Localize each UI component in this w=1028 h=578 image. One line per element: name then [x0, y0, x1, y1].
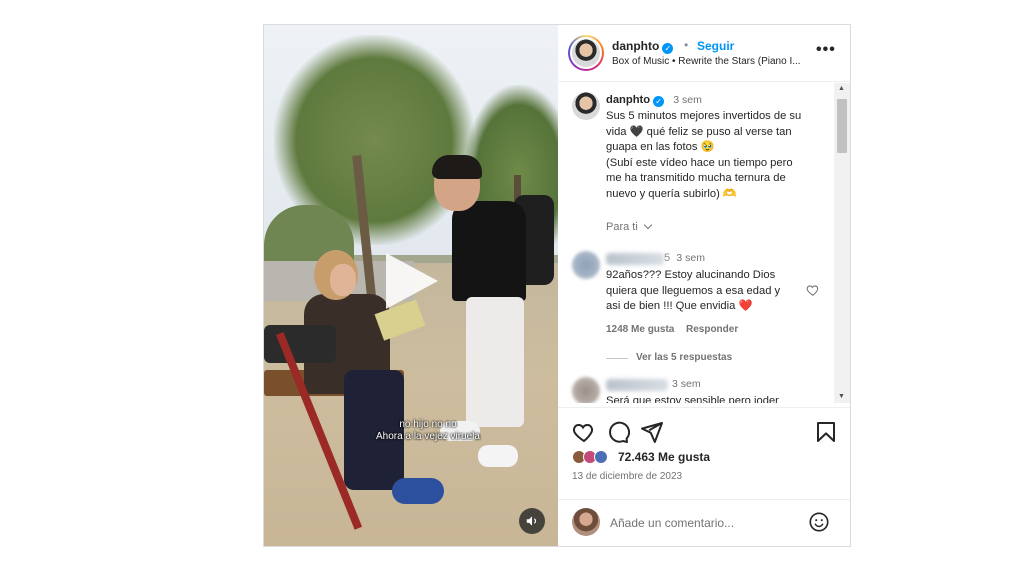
comment-header: 5 3 sem [664, 251, 705, 267]
separator-dot: • [684, 38, 689, 52]
author-avatar[interactable] [570, 37, 602, 69]
video-subtitle-line-2: Ahora a la vejez viruela [376, 431, 480, 442]
comment-time: 3 sem [676, 252, 705, 264]
comment-text-line: quiera que lleguemos a esa edad y [606, 285, 781, 297]
comment-username-hidden [606, 379, 668, 391]
verified-badge-icon: ✓ [653, 96, 665, 107]
video-subtitle-line-1: no hijo no no [399, 419, 457, 430]
smiley-icon[interactable] [808, 511, 830, 533]
para-ti-text: Para ti [606, 221, 638, 233]
music-track-link[interactable]: Box of Music • Rewrite the Stars (Piano … [612, 56, 808, 67]
caption-header: danphto ✓ 3 sem [606, 93, 702, 109]
video-player[interactable]: no hijo no no Ahora a la vejez viruela [264, 25, 558, 546]
caption-avatar[interactable] [572, 92, 600, 120]
replies-divider [606, 358, 628, 359]
post-header: danphto ✓ • Seguir Box of Music • Rewrite… [558, 25, 850, 82]
caption-time: 3 sem [673, 94, 702, 106]
caption-line: vida 🖤 qué feliz se puso al verse tan [606, 126, 792, 138]
likes-count[interactable]: 72.463 Me gusta [618, 450, 710, 464]
comment-header: 3 sem [672, 377, 701, 393]
current-user-avatar [572, 508, 600, 536]
comments-list[interactable]: danphto ✓ 3 sem Sus 5 minutos mejores inv… [558, 83, 850, 403]
comment-username-hidden [606, 253, 664, 265]
post-actions-bar: 72.463 Me gusta 13 de diciembre de 2023 [558, 407, 850, 497]
comment-likes[interactable]: 1248 Me gusta [606, 324, 674, 335]
post-card: no hijo no no Ahora a la vejez viruela d… [263, 24, 851, 547]
video-subtitle: no hijo no no Ahora a la vejez viruela [328, 419, 528, 443]
post-side-panel: danphto ✓ • Seguir Box of Music • Rewrite… [558, 25, 850, 546]
post-date[interactable]: 13 de diciembre de 2023 [572, 471, 682, 482]
comment-icon[interactable] [606, 420, 631, 444]
caption-line: (Subí este vídeo hace un tiempo pero [606, 157, 793, 169]
caption-username[interactable]: danphto [606, 94, 650, 106]
author-username[interactable]: danphto ✓ [612, 39, 674, 54]
comment-text-line: asi de bien !!! Que envidia ❤️ [606, 300, 753, 312]
comment-username-suffix: 5 [664, 252, 671, 264]
comment-text-line: 92años??? Estoy alucinando Dios [606, 269, 776, 281]
scroll-down-icon[interactable]: ▼ [838, 393, 845, 400]
add-comment-bar [558, 499, 850, 546]
comment-like-heart-icon[interactable] [806, 283, 820, 297]
reply-button[interactable]: Responder [686, 324, 738, 335]
chevron-down-icon [643, 220, 653, 230]
scrollbar-thumb[interactable] [837, 99, 847, 153]
video-walker-handle [264, 325, 336, 363]
paper-plane-icon[interactable] [640, 420, 664, 444]
follow-button[interactable]: Seguir [697, 39, 734, 53]
play-icon[interactable] [386, 253, 438, 309]
caption-line: Sus 5 minutos mejores invertidos de su [606, 110, 802, 122]
verified-badge-icon: ✓ [662, 43, 674, 54]
comment-text-line: Será que estoy sensible pero joder [606, 395, 779, 403]
caption-line: guapa en las fotos 🥹 [606, 141, 715, 153]
liker-avatar [594, 450, 608, 464]
heart-outline-icon[interactable] [572, 420, 596, 444]
view-replies-button[interactable]: Ver las 5 respuestas [636, 352, 732, 363]
comment-avatar[interactable] [572, 251, 600, 279]
video-young-man [432, 155, 558, 467]
add-comment-input[interactable] [610, 512, 790, 534]
caption-line: me ha transmitido mucha ternura de [606, 172, 786, 184]
comments-scrollbar[interactable]: ▲ ▼ [834, 83, 850, 403]
caption-line: nuevo y quería subirlo) 🫶 [606, 188, 737, 200]
para-ti-label[interactable]: Para ti [606, 220, 653, 233]
scroll-up-icon[interactable]: ▲ [838, 85, 845, 92]
more-options-icon[interactable]: ••• [816, 41, 836, 59]
speaker-icon[interactable] [519, 508, 545, 534]
bookmark-icon[interactable] [814, 420, 838, 444]
comment-avatar[interactable] [572, 377, 600, 403]
comment-time: 3 sem [672, 378, 701, 390]
